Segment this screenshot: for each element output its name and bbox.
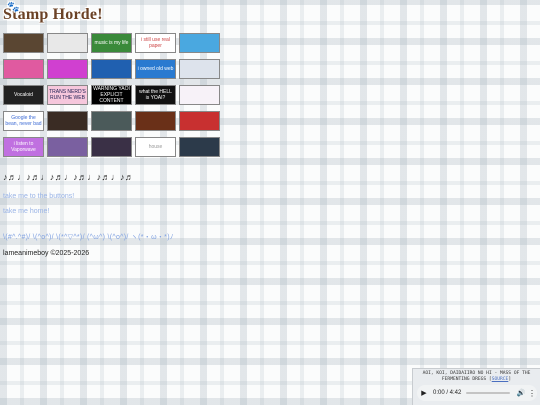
stamp-24[interactable]: house xyxy=(135,137,176,157)
stamp-text: Vocaloid xyxy=(14,92,33,98)
stamp-text: i listen to Vaporwave xyxy=(11,141,36,153)
progress-bar[interactable] xyxy=(466,392,510,394)
kaomoji-divider: \(#^.^#)/ \(^o^)/ \(*^▽^*)/ (^ω^) \(^o^)… xyxy=(3,234,174,241)
paw-icon: 🐾 xyxy=(7,2,20,13)
copyright-footer: lameanimeboy ©2025-2026 xyxy=(3,250,90,257)
stamp-text: house xyxy=(148,144,163,150)
stamp-1[interactable] xyxy=(3,33,44,53)
stamp-23[interactable] xyxy=(91,137,132,157)
stamp-8[interactable] xyxy=(91,59,132,79)
stamp-text: Google the bean, never bad xyxy=(5,115,42,127)
time-display: 0:00 / 4:42 xyxy=(433,390,462,396)
stamp-13[interactable]: WARNING YAOI EXPLICIT CONTENT xyxy=(91,85,132,105)
buttons-link[interactable]: take me to the buttons! xyxy=(3,193,74,200)
stamp-6[interactable] xyxy=(3,59,44,79)
stamp-18[interactable] xyxy=(91,111,132,131)
stamp-text: TRANS NERD'S RUN THE WEB xyxy=(49,89,86,101)
stamp-grid: music is my life i still use real paper i … xyxy=(3,33,220,157)
stamp-19[interactable] xyxy=(135,111,176,131)
stamp-text: WARNING YAOI EXPLICIT CONTENT xyxy=(93,86,130,104)
source-link[interactable]: source xyxy=(492,377,509,382)
stamp-2[interactable] xyxy=(47,33,88,53)
home-link[interactable]: take me home! xyxy=(3,208,49,215)
stamp-text: what the HELL is YOAI? xyxy=(139,89,172,101)
music-symbols: ♪♬♩♪♬♩♪♬♩♪♬♩♪♬♩♪♬ xyxy=(3,172,135,182)
stamp-14[interactable]: what the HELL is YOAI? xyxy=(135,85,176,105)
stamp-text: i owned old web xyxy=(137,66,174,72)
stamp-21[interactable]: i listen to Vaporwave xyxy=(3,137,44,157)
audio-controls: ▶ 0:00 / 4:42 🔊 ⋮ xyxy=(417,385,537,401)
stamp-10[interactable] xyxy=(179,59,220,79)
play-icon[interactable]: ▶ xyxy=(417,389,431,397)
stamp-text: i still use real paper xyxy=(141,37,170,49)
stamp-4[interactable]: i still use real paper xyxy=(135,33,176,53)
stamp-22[interactable] xyxy=(47,137,88,157)
stamp-17[interactable] xyxy=(47,111,88,131)
stamp-20[interactable] xyxy=(179,111,220,131)
page-title: 🐾 Stamp Horde! xyxy=(3,2,103,23)
stamp-11[interactable]: Vocaloid xyxy=(3,85,44,105)
stamp-5[interactable] xyxy=(179,33,220,53)
more-vertical-icon[interactable]: ⋮ xyxy=(527,389,537,398)
stamp-3[interactable]: music is my life xyxy=(91,33,132,53)
stamp-9[interactable]: i owned old web xyxy=(135,59,176,79)
stamp-15[interactable] xyxy=(179,85,220,105)
volume-icon[interactable]: 🔊 xyxy=(515,389,527,397)
stamp-7[interactable] xyxy=(47,59,88,79)
now-playing-label: AOI, KOI, DAIDAIIRO NO HI - MASS OF THE … xyxy=(422,371,531,382)
stamp-12[interactable]: TRANS NERD'S RUN THE WEB xyxy=(47,85,88,105)
music-player: AOI, KOI, DAIDAIIRO NO HI - MASS OF THE … xyxy=(412,368,540,405)
stamp-16[interactable]: Google the bean, never bad xyxy=(3,111,44,131)
stamp-text: music is my life xyxy=(94,40,129,46)
stamp-25[interactable] xyxy=(179,137,220,157)
